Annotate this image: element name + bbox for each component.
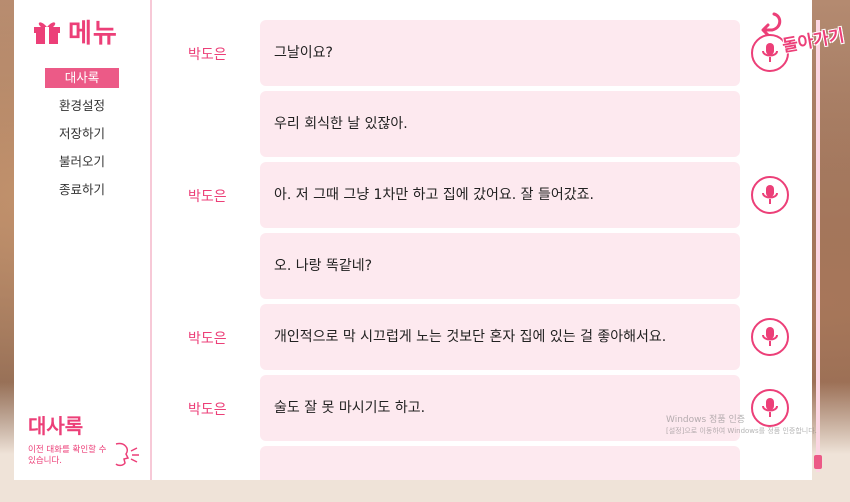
dialog-text: 아. 저 그때 그냥 1차만 하고 집에 갔어요. 잘 들어갔죠. — [274, 187, 594, 203]
dialog-bubble: 우리 회식한 날 있잖아. — [260, 91, 740, 157]
dialog-text: 그날이요? — [274, 45, 333, 61]
dialog-entry: 박도은 아. 저 그때 그냥 1차만 하고 집에 갔어요. 잘 들어갔죠. — [152, 162, 812, 228]
dialog-bubble: 개인적으로 막 시끄럽게 노는 것보단 혼자 집에 있는 걸 좋아해서요. — [260, 304, 740, 370]
dialog-bubble: 오. 나랑 똑같네? — [260, 233, 740, 299]
windows-activation-watermark: Windows 정품 인증 [설정]으로 이동하여 Windows를 정품 인증… — [666, 415, 817, 437]
watermark-title: Windows 정품 인증 — [666, 415, 746, 425]
back-button-label: 돌아가기 — [780, 26, 846, 57]
voice-replay-button[interactable] — [751, 318, 789, 356]
menu-item-dialog-log[interactable]: 대사록 — [45, 68, 119, 88]
dialog-text: 우리 회식한 날 있잖아. — [274, 116, 408, 132]
speaker-name: 박도은 — [188, 402, 227, 418]
voice-replay-button[interactable] — [751, 176, 789, 214]
dialog-text: 오. 나랑 똑같네? — [274, 258, 373, 274]
scrollbar-thumb[interactable] — [814, 455, 822, 469]
dialog-entry: 박도은 그날이요? — [152, 20, 812, 86]
menu-panel: 메뉴 대사록 환경설정 저장하기 불러오기 종료하기 대사록 이전 대화를 확인… — [14, 0, 152, 480]
dialog-bubble: 그날이요? — [260, 20, 740, 86]
dialog-text: 술도 잘 못 마시기도 하고. — [274, 400, 426, 416]
dialog-log[interactable]: 박도은 그날이요? 우리 회식한 날 있잖아. 박도은 아. 저 그때 그냥 1… — [152, 0, 812, 480]
dialog-entry: 우리 회식한 날 있잖아. — [152, 91, 812, 157]
dialog-bubble: 아. 저 그때 그냥 1차만 하고 집에 갔어요. 잘 들어갔죠. — [260, 162, 740, 228]
scrollbar-track[interactable] — [816, 20, 820, 472]
microphone-icon — [762, 185, 778, 204]
gift-icon — [34, 22, 60, 44]
menu-item-quit[interactable]: 종료하기 — [45, 180, 119, 200]
dialog-entry-partial — [152, 446, 812, 480]
dialog-entry: 박도은 개인적으로 막 시끄럽게 노는 것보단 혼자 집에 있는 걸 좋아해서요… — [152, 304, 812, 370]
footer-title: 대사록 — [28, 414, 84, 438]
menu-header: 메뉴 — [32, 14, 118, 49]
menu-footer: 대사록 이전 대화를 확인할 수 있습니다. — [28, 410, 148, 467]
speaker-name: 박도은 — [188, 189, 227, 205]
speaker-name: 박도은 — [188, 331, 227, 347]
microphone-icon — [762, 327, 778, 346]
menu-item-settings[interactable]: 환경설정 — [45, 96, 119, 116]
speaker-name: 박도은 — [188, 47, 227, 63]
watermark-subtitle: [설정]으로 이동하여 Windows를 정품 인증합니다. — [666, 427, 817, 435]
footer-description: 이전 대화를 확인할 수 있습니다. — [28, 445, 107, 466]
dialog-entry: 오. 나랑 똑같네? — [152, 233, 812, 299]
speaking-face-icon — [115, 442, 139, 467]
menu-title: 메뉴 — [68, 18, 118, 49]
menu-item-load[interactable]: 불러오기 — [45, 152, 119, 172]
back-button[interactable]: 돌아가기 — [756, 6, 850, 66]
dialog-text: 개인적으로 막 시끄럽게 노는 것보단 혼자 집에 있는 걸 좋아해서요. — [274, 329, 667, 345]
dialog-bubble — [260, 446, 740, 480]
menu-item-save[interactable]: 저장하기 — [45, 124, 119, 144]
menu-list: 대사록 환경설정 저장하기 불러오기 종료하기 — [14, 68, 150, 208]
